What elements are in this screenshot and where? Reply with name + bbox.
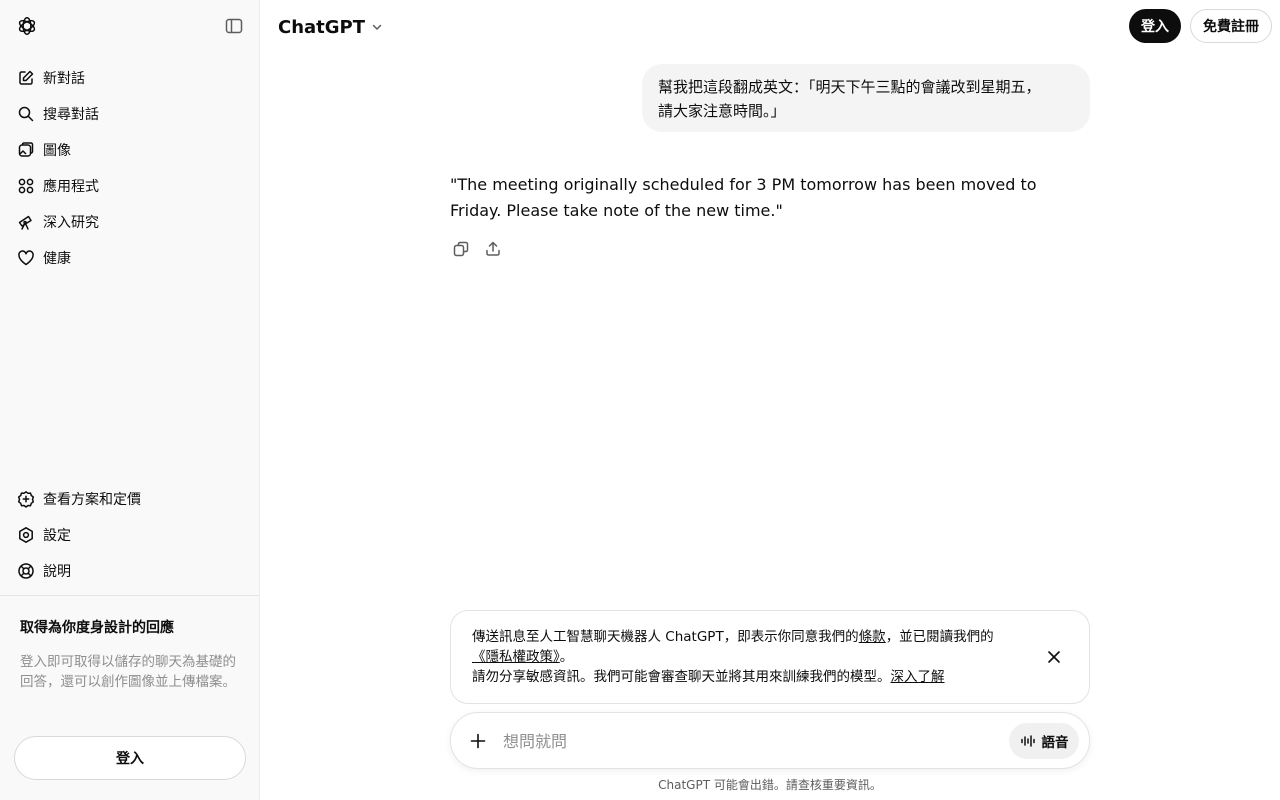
sidebar-item-images[interactable]: 圖像 bbox=[8, 134, 252, 166]
sidebar-item-settings[interactable]: 設定 bbox=[8, 519, 252, 551]
images-icon bbox=[17, 141, 35, 159]
model-name: ChatGPT bbox=[278, 16, 366, 38]
sidebar-toggle-icon[interactable] bbox=[224, 16, 244, 36]
learn-more-link[interactable]: 深入了解 bbox=[891, 669, 945, 685]
notice-text: 。 bbox=[559, 649, 574, 665]
chevron-down-icon bbox=[372, 24, 382, 30]
user-message-line: 請大家注意時間。」 bbox=[658, 102, 786, 120]
composer: 語音 bbox=[450, 712, 1090, 769]
sidebar-item-label: 說明 bbox=[43, 564, 71, 580]
voice-waveform-icon bbox=[1020, 735, 1035, 747]
notice-text: ，並已閱讀我們的 bbox=[885, 629, 994, 645]
voice-label: 語音 bbox=[1041, 735, 1069, 751]
new-chat-icon bbox=[17, 69, 35, 87]
voice-button[interactable]: 語音 bbox=[1009, 723, 1079, 759]
assistant-message: "The meeting originally scheduled for 3 … bbox=[450, 175, 1037, 220]
privacy-policy-link[interactable]: 《隱私權政策》 bbox=[472, 649, 560, 665]
copy-icon[interactable] bbox=[450, 238, 472, 260]
prompt-input[interactable] bbox=[503, 726, 943, 756]
sidebar-item-plans-pricing[interactable]: 查看方案和定價 bbox=[8, 483, 252, 515]
plus-icon[interactable] bbox=[467, 730, 489, 752]
terms-notice: 傳送訊息至人工智慧聊天機器人 ChatGPT，即表示你同意我們的條款，並已閱讀我… bbox=[450, 610, 1090, 704]
sidebar-item-apps[interactable]: 應用程式 bbox=[8, 170, 252, 202]
sidebar-item-label: 設定 bbox=[43, 528, 71, 544]
sidebar-login-button[interactable]: 登入 bbox=[14, 736, 246, 780]
sidebar-item-label: 搜尋對話 bbox=[43, 107, 99, 123]
terms-link[interactable]: 條款 bbox=[859, 629, 886, 645]
sidebar-item-help[interactable]: 說明 bbox=[8, 555, 252, 587]
user-message: 幫我把這段翻成英文：「明天下午三點的會議改到星期五， 請大家注意時間。」 bbox=[642, 64, 1090, 132]
sidebar-item-health[interactable]: 健康 bbox=[8, 242, 252, 274]
message-actions bbox=[450, 238, 514, 260]
sidebar-item-label: 健康 bbox=[43, 251, 71, 267]
search-icon bbox=[17, 105, 35, 123]
model-switcher[interactable]: ChatGPT bbox=[278, 14, 383, 40]
sidebar-item-label: 應用程式 bbox=[43, 179, 99, 195]
sidebar: 新對話 搜尋對話 圖像 應用程式 深入研究 健康 查看方案和定價 設定 說明 取… bbox=[0, 0, 260, 800]
sidebar-item-label: 查看方案和定價 bbox=[43, 492, 141, 508]
signup-button[interactable]: 免費註冊 bbox=[1190, 9, 1272, 43]
notice-text: 傳送訊息至人工智慧聊天機器人 ChatGPT，即表示你同意我們的 bbox=[472, 629, 859, 645]
disclaimer: ChatGPT 可能會出錯。請查核重要資訊。 bbox=[658, 778, 882, 792]
sidebar-item-label: 圖像 bbox=[43, 143, 71, 159]
user-message-line: 幫我把這段翻成英文：「明天下午三點的會議改到星期五， bbox=[658, 78, 1041, 96]
gear-icon bbox=[17, 526, 35, 544]
sidebar-divider bbox=[0, 595, 259, 596]
sidebar-item-deep-research[interactable]: 深入研究 bbox=[8, 206, 252, 238]
promo-description: 登入即可取得以儲存的聊天為基礎的回答，還可以創作圖像並上傳檔案。 bbox=[20, 654, 236, 690]
upgrade-icon bbox=[17, 490, 35, 508]
sidebar-item-label: 深入研究 bbox=[43, 215, 99, 231]
apps-icon bbox=[17, 177, 35, 195]
sidebar-item-label: 新對話 bbox=[43, 71, 85, 87]
header-login-button[interactable]: 登入 bbox=[1129, 9, 1181, 43]
heart-icon bbox=[17, 249, 35, 267]
share-icon[interactable] bbox=[482, 238, 504, 260]
notice-text: 請勿分享敏感資訊。我們可能會審查聊天並將其用來訓練我們的模型。 bbox=[472, 669, 891, 685]
help-icon bbox=[17, 562, 35, 580]
openai-logo-icon[interactable] bbox=[16, 15, 38, 37]
sidebar-item-search-chats[interactable]: 搜尋對話 bbox=[8, 98, 252, 130]
telescope-icon bbox=[17, 213, 35, 231]
promo-title: 取得為你度身設計的回應 bbox=[20, 620, 174, 636]
sidebar-item-new-chat[interactable]: 新對話 bbox=[8, 62, 252, 94]
close-icon[interactable] bbox=[1045, 648, 1063, 666]
